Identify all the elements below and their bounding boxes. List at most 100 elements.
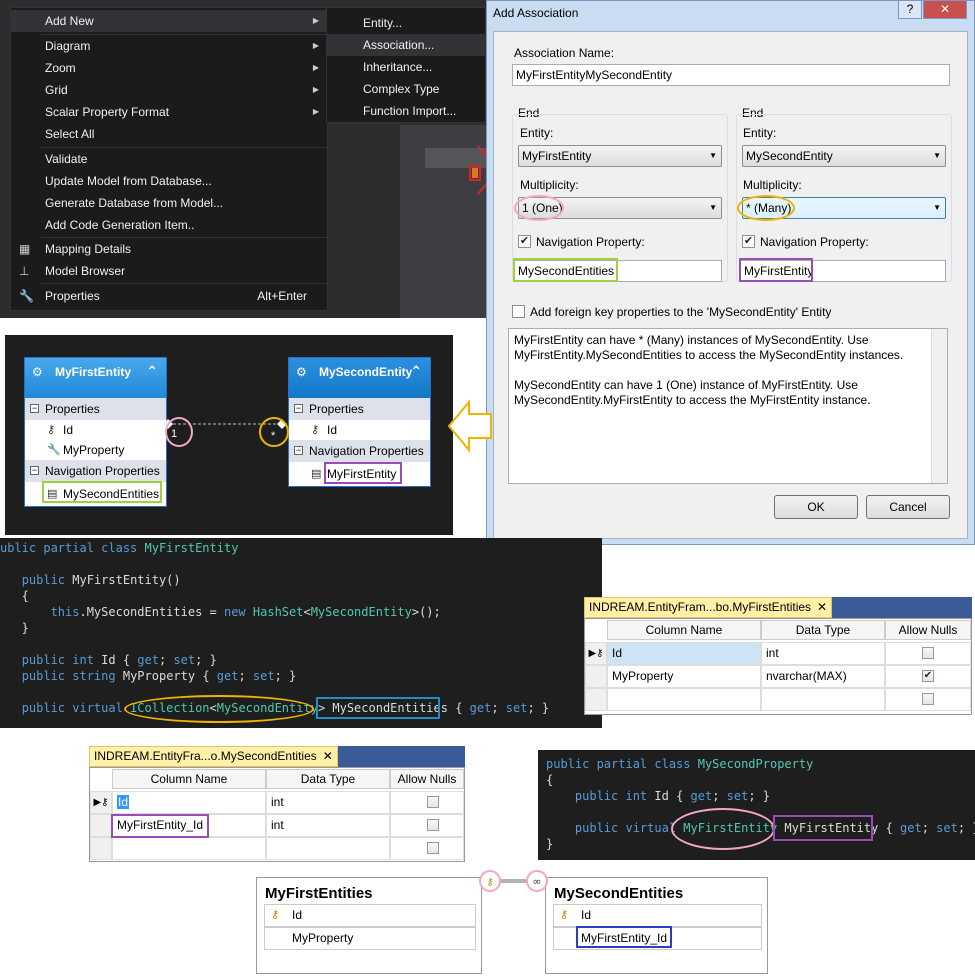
allow-nulls-checkbox[interactable] — [427, 819, 439, 831]
menu-item-zoom[interactable]: Zoom ▶ — [11, 57, 327, 79]
chevron-down-icon: ▼ — [933, 151, 941, 160]
entity-name: MySecondEntity — [319, 365, 413, 379]
ok-button[interactable]: OK — [774, 495, 858, 519]
end1-entity-combo[interactable]: MyFirstEntity ▼ — [518, 145, 722, 167]
submenu-item-entity[interactable]: Entity... — [327, 12, 485, 34]
allow-nulls-checkbox[interactable]: ✔ — [922, 670, 934, 682]
data-type-cell[interactable]: int — [761, 642, 885, 665]
close-button[interactable]: ✕ — [923, 1, 967, 19]
menu-item-label: Select All — [45, 127, 95, 141]
menu-item-mapping-details[interactable]: ▦ Mapping Details — [11, 238, 327, 260]
menu-item-scalar-property-format[interactable]: Scalar Property Format ▶ — [11, 101, 327, 123]
submenu-item-complex-type[interactable]: Complex Type — [327, 78, 485, 100]
data-type-cell[interactable]: int — [266, 791, 390, 814]
code-line: public int Id { get; set; } — [21, 653, 217, 667]
column-name-cell[interactable] — [607, 688, 761, 711]
allow-nulls-checkbox[interactable] — [427, 796, 439, 808]
menu-item-add-code-generation[interactable]: Add Code Generation Item.. — [11, 214, 327, 236]
collapse-chevron-icon[interactable]: ⌃ — [410, 363, 422, 380]
table-tab[interactable]: INDREAM.EntityFram...bo.MyFirstEntities ✕ — [584, 597, 833, 618]
association-name-input[interactable]: MyFirstEntityMySecondEntity — [512, 64, 950, 86]
code-line: public partial class MySecondProperty — [546, 757, 814, 771]
allow-nulls-checkbox[interactable] — [922, 693, 934, 705]
menu-item-validate[interactable]: Validate — [11, 148, 327, 170]
column-header: Column Name — [607, 620, 761, 640]
allow-nulls-checkbox[interactable] — [427, 842, 439, 854]
entity-icon: ⚙ — [296, 365, 307, 379]
code-line: { — [0, 589, 29, 603]
close-icon[interactable]: ✕ — [817, 600, 827, 614]
menu-item-label: Generate Database from Model... — [45, 196, 224, 210]
key-icon: ⚷ — [47, 424, 56, 436]
yellow-circle-annotation — [259, 417, 289, 447]
entity-property-row[interactable]: 🔧 MyProperty — [25, 440, 166, 460]
menu-item-properties[interactable]: 🔧 Properties Alt+Enter — [11, 285, 327, 307]
tab-label: INDREAM.EntityFram...bo.MyFirstEntities — [589, 600, 812, 614]
end2-entity-label: Entity: — [743, 126, 777, 140]
end2-nav-checkbox[interactable]: ✔ — [742, 235, 755, 248]
menu-item-diagram[interactable]: Diagram ▶ — [11, 35, 327, 57]
entity-property-row[interactable]: ⚷ Id — [289, 420, 430, 440]
code-line: public string MyProperty { get; set; } — [21, 669, 297, 683]
code-line: public int Id { get; set; } — [574, 789, 771, 803]
menu-item-label: Properties — [45, 289, 100, 303]
yellow-circle-annotation — [737, 195, 795, 221]
data-type-cell[interactable]: int — [266, 814, 390, 837]
menu-item-label: Grid — [45, 83, 68, 97]
allow-nulls-checkbox[interactable] — [922, 647, 934, 659]
entity-section-properties[interactable]: − Properties — [25, 398, 166, 420]
menu-item-add-new[interactable]: Add New ▶ — [11, 10, 327, 32]
code-line: } — [546, 837, 554, 851]
association-name-label: Association Name: — [514, 46, 615, 60]
yellow-arrow-annotation — [447, 399, 492, 453]
end1-nav-checkbox[interactable]: ✔ — [518, 235, 531, 248]
column-name-cell[interactable]: Id — [607, 642, 761, 665]
foreign-key-label: Add foreign key properties to the 'MySec… — [530, 305, 832, 319]
table-tab[interactable]: INDREAM.EntityFra...o.MySecondEntities ✕ — [89, 746, 338, 767]
submenu-arrow-icon: ▶ — [312, 107, 319, 116]
allow-nulls-cell — [390, 837, 464, 860]
tab-label: INDREAM.EntityFra...o.MySecondEntities — [94, 749, 317, 763]
close-icon[interactable]: ✕ — [323, 749, 333, 763]
column-name-cell[interactable]: MyProperty — [607, 665, 761, 688]
allow-nulls-cell — [390, 791, 464, 814]
description-scrollbar[interactable] — [931, 329, 947, 483]
db-column-row[interactable]: ⚷ Id — [553, 904, 762, 927]
entity-section-properties[interactable]: − Properties — [289, 398, 430, 420]
purple-box-annotation — [739, 258, 813, 282]
row-header — [585, 688, 607, 711]
data-type-cell[interactable] — [266, 837, 390, 860]
model-browser-icon: ⊥ — [19, 264, 30, 278]
column-name-cell[interactable] — [112, 837, 266, 860]
column-name-cell[interactable]: Id — [112, 791, 266, 814]
menu-item-shortcut: Alt+Enter — [257, 289, 307, 303]
chevron-down-icon: ▼ — [933, 203, 941, 212]
submenu-item-function-import[interactable]: Function Import... — [327, 100, 485, 122]
menu-item-model-browser[interactable]: ⊥ Model Browser — [11, 260, 327, 282]
collapse-chevron-icon[interactable]: ⌃ — [146, 363, 158, 380]
data-type-cell[interactable]: nvarchar(MAX) — [761, 665, 885, 688]
help-button[interactable]: ? — [898, 1, 922, 19]
column-name-value: Id — [117, 795, 130, 809]
menu-item-grid[interactable]: Grid ▶ — [11, 79, 327, 101]
pink-circle-annotation — [514, 195, 564, 221]
purple-box-annotation — [773, 815, 873, 841]
end2-entity-combo[interactable]: MySecondEntity ▼ — [742, 145, 946, 167]
menu-item-update-model[interactable]: Update Model from Database... — [11, 170, 327, 192]
entity-section-navigation[interactable]: − Navigation Properties — [289, 440, 430, 462]
entity-section-navigation[interactable]: − Navigation Properties — [25, 460, 166, 482]
entity-property-row[interactable]: ⚷ Id — [25, 420, 166, 440]
db-column-row[interactable]: MyProperty — [264, 927, 476, 950]
relationship-connector[interactable]: ⚷ ∞ — [476, 866, 552, 896]
foreign-key-checkbox[interactable] — [512, 305, 525, 318]
submenu-item-inheritance[interactable]: Inheritance... — [327, 56, 485, 78]
menu-item-select-all[interactable]: Select All — [11, 123, 327, 145]
submenu-item-association[interactable]: Association... — [327, 34, 485, 56]
menu-item-generate-database[interactable]: Generate Database from Model... — [11, 192, 327, 214]
db-column-row[interactable]: ⚷ Id — [264, 904, 476, 927]
data-type-cell[interactable] — [761, 688, 885, 711]
db-table-my-first-entities[interactable]: MyFirstEntities ⚷ Id MyProperty — [256, 877, 482, 974]
column-header: Column Name — [112, 769, 266, 789]
table-designer-my-first-entities: INDREAM.EntityFram...bo.MyFirstEntities ✕… — [584, 597, 972, 715]
cancel-button[interactable]: Cancel — [866, 495, 950, 519]
